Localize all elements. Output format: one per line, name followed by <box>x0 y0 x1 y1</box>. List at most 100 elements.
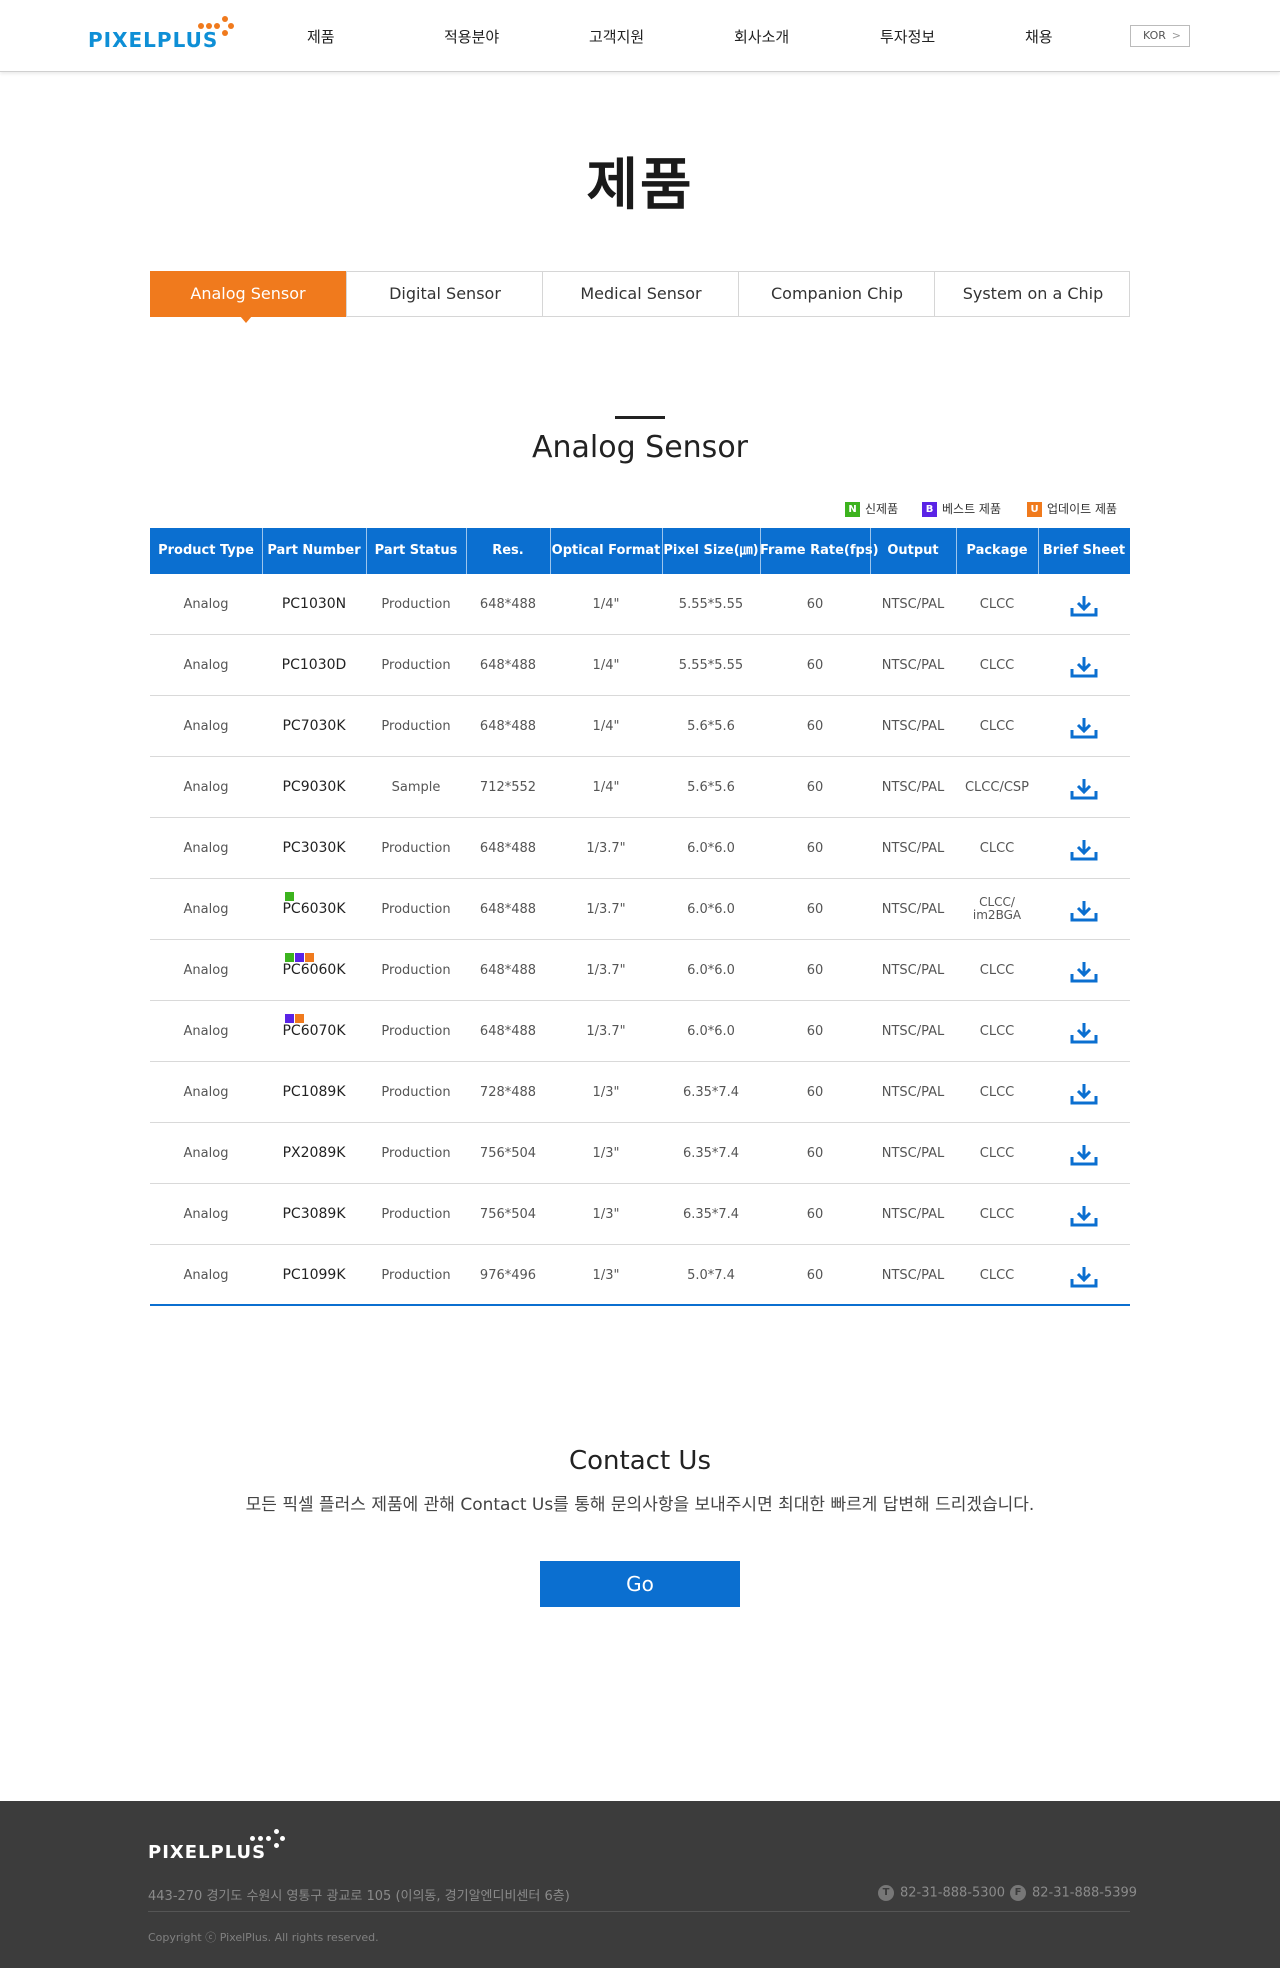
cell-part-number: PX2089K <box>262 1123 366 1184</box>
cell-fps: 60 <box>806 1207 824 1222</box>
cell-fps: 60 <box>806 1024 824 1039</box>
go-button[interactable]: Go <box>540 1561 740 1607</box>
part-number: PC3030K <box>282 840 346 856</box>
cell-optical: 1/3" <box>592 1085 620 1100</box>
part-number: PX2089K <box>282 1145 346 1161</box>
product-mark-icon <box>285 892 294 901</box>
download-icon[interactable] <box>1070 1265 1098 1289</box>
tab-analog-sensor[interactable]: Analog Sensor <box>150 271 346 317</box>
product-marks <box>262 1014 366 1023</box>
cell-fps: 60 <box>806 780 824 795</box>
cell-output: NTSC/PAL <box>881 902 945 917</box>
legend-label: 베스트 제품 <box>942 502 1002 516</box>
logo-text: PIXELPLUS <box>88 28 219 52</box>
column-header: Optical Format <box>551 543 661 558</box>
download-icon[interactable] <box>1070 1204 1098 1228</box>
cell-part-number: PC7030K <box>262 696 366 757</box>
cell-package: CLCC <box>979 841 1015 856</box>
footer-fax: F 82-31-888-5399 <box>1010 1885 1137 1901</box>
cell-res: 648*488 <box>479 841 537 856</box>
download-icon[interactable] <box>1070 594 1098 618</box>
cell-part-number: PC6030K <box>262 879 366 940</box>
cell-status: Production <box>381 597 451 612</box>
download-icon[interactable] <box>1070 1021 1098 1045</box>
cell-status: Production <box>381 963 451 978</box>
product-marks <box>262 892 366 901</box>
download-icon[interactable] <box>1070 960 1098 984</box>
cell-output: NTSC/PAL <box>881 719 945 734</box>
cell-part-number: PC6070K <box>262 1001 366 1062</box>
cell-pixel: 6.35*7.4 <box>682 1085 740 1100</box>
product-mark-icon <box>295 1014 304 1023</box>
cell-status: Production <box>381 1268 451 1283</box>
part-number: PC7030K <box>282 718 346 734</box>
language-selector[interactable]: KOR > <box>1130 25 1190 47</box>
page-title: 제품 <box>586 153 694 218</box>
tab-digital-sensor[interactable]: Digital Sensor <box>347 271 543 317</box>
cell-output: NTSC/PAL <box>881 658 945 673</box>
cell-pixel: 6.35*7.4 <box>682 1207 740 1222</box>
section-divider <box>615 416 665 419</box>
part-number: PC1099K <box>282 1267 346 1283</box>
download-icon[interactable] <box>1070 1143 1098 1167</box>
product-mark-icon <box>305 953 314 962</box>
table-row: Analog PX2089K Production 756*504 1/3" 6.35*7… <box>150 1123 1130 1184</box>
column-divider <box>550 528 551 574</box>
download-icon[interactable] <box>1070 1082 1098 1106</box>
cell-optical: 1/3.7" <box>586 902 626 917</box>
cell-output: NTSC/PAL <box>881 1207 945 1222</box>
cell-optical: 1/4" <box>592 658 620 673</box>
download-icon[interactable] <box>1070 899 1098 923</box>
cell-optical: 1/3" <box>592 1146 620 1161</box>
cell-status: Production <box>381 1146 451 1161</box>
download-icon[interactable] <box>1070 716 1098 740</box>
cell-package: CLCC <box>979 597 1015 612</box>
cell-part-number: PC1089K <box>262 1062 366 1123</box>
tab-medical-sensor[interactable]: Medical Sensor <box>543 271 739 317</box>
nav-item-careers[interactable]: 채용 <box>1025 26 1053 47</box>
cell-type: Analog <box>183 841 229 856</box>
cell-type: Analog <box>183 1268 229 1283</box>
cell-res: 756*504 <box>479 1207 537 1222</box>
cell-part-number: PC1030N <box>262 574 366 635</box>
nav-item-support[interactable]: 고객지원 <box>589 26 644 47</box>
site-footer: PIXELPLUS 443-270 경기도 수원시 영통구 광교로 105 (이… <box>0 1801 1280 1968</box>
pixelplus-logo[interactable]: PIXELPLUS <box>88 14 248 54</box>
cell-type: Analog <box>183 719 229 734</box>
cell-optical: 1/3.7" <box>586 963 626 978</box>
nav-item-applications[interactable]: 적용분야 <box>444 26 499 47</box>
contact-title: Contact Us <box>569 1446 711 1476</box>
cell-output: NTSC/PAL <box>881 1268 945 1283</box>
cell-res: 756*504 <box>479 1146 537 1161</box>
cell-package: CLCC <box>979 1207 1015 1222</box>
column-header: Frame Rate(fps) <box>760 543 879 558</box>
cell-package: CLCC <box>979 1146 1015 1161</box>
cell-pixel: 6.0*6.0 <box>687 841 735 856</box>
cell-output: NTSC/PAL <box>881 963 945 978</box>
nav-item-investor[interactable]: 투자정보 <box>880 26 935 47</box>
tab-system-on-a-chip[interactable]: System on a Chip <box>935 271 1131 317</box>
nav-item-company[interactable]: 회사소개 <box>734 26 789 47</box>
legend-new: N 신제품 <box>845 500 898 518</box>
fax-icon: F <box>1010 1885 1026 1901</box>
column-header: Part Status <box>374 543 458 558</box>
tab-companion-chip[interactable]: Companion Chip <box>739 271 935 317</box>
cell-part-number: PC6060K <box>262 940 366 1001</box>
cell-package: CLCC <box>979 1268 1015 1283</box>
part-number: PC1030D <box>281 657 347 673</box>
cell-pixel: 6.0*6.0 <box>687 963 735 978</box>
download-icon[interactable] <box>1070 777 1098 801</box>
cell-package: CLCC/im2BGA <box>956 879 1038 940</box>
cell-res: 648*488 <box>479 1024 537 1039</box>
cell-res: 712*552 <box>479 780 537 795</box>
cell-status: Production <box>381 841 451 856</box>
cell-res: 648*488 <box>479 963 537 978</box>
download-icon[interactable] <box>1070 655 1098 679</box>
column-divider <box>662 528 663 574</box>
download-icon[interactable] <box>1070 838 1098 862</box>
cell-status: Production <box>381 1085 451 1100</box>
nav-item-products[interactable]: 제품 <box>307 26 335 47</box>
cell-package: CLCC <box>979 719 1015 734</box>
product-category-tabs: Analog Sensor Digital Sensor Medical Sen… <box>150 271 1130 317</box>
cell-part-number: PC3089K <box>262 1184 366 1245</box>
